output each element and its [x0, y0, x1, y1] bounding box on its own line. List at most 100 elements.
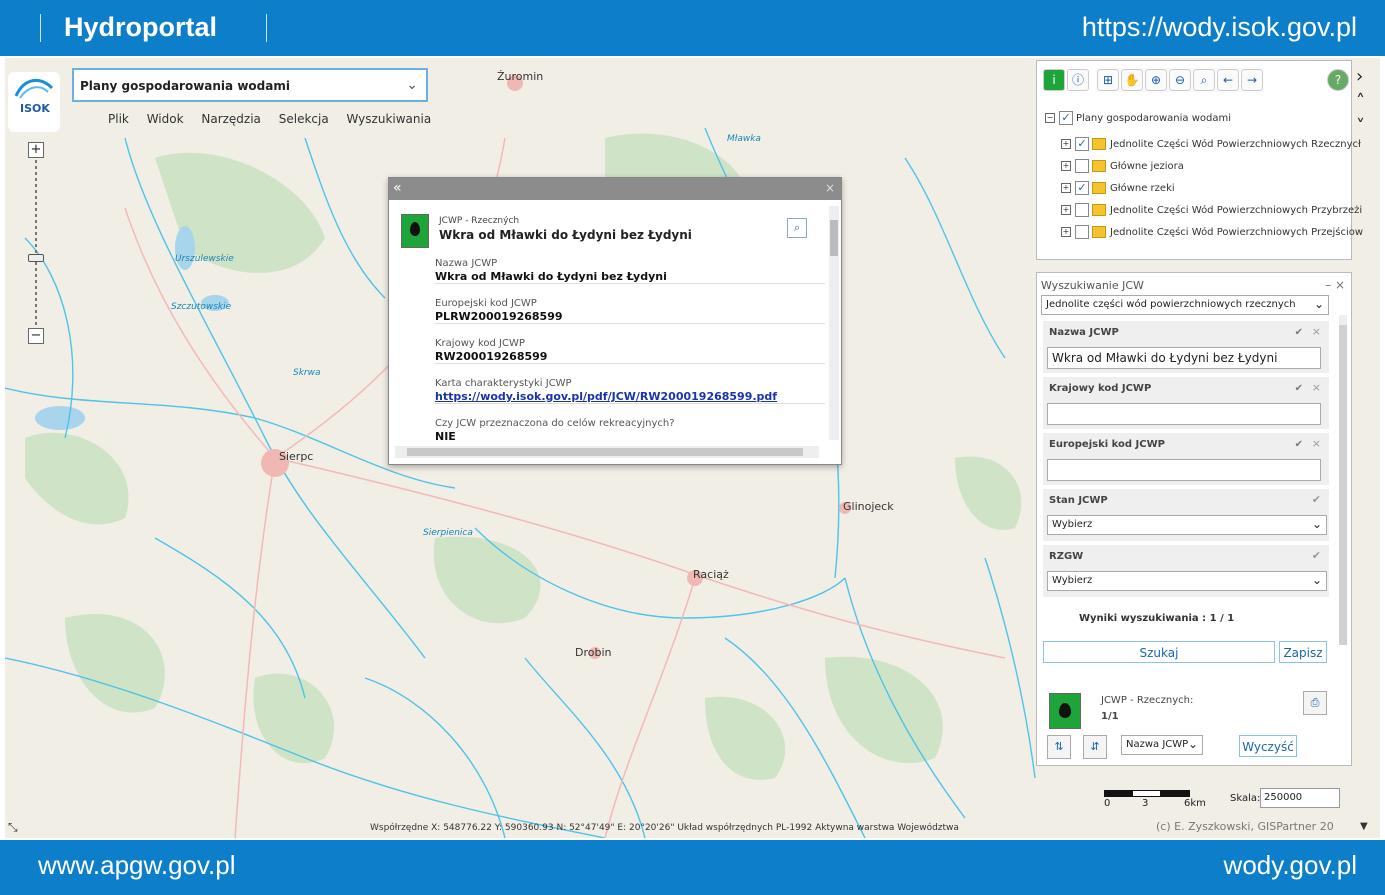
search-scrollbar[interactable] — [1339, 315, 1347, 645]
expand-icon[interactable]: + — [1061, 161, 1071, 171]
menu-item-view[interactable]: Widok — [147, 112, 184, 126]
zoom-in-button[interactable]: + — [28, 142, 44, 158]
field-recreational: Czy JCW przeznaczona do celów rekreacyjn… — [435, 418, 825, 443]
footer-link-apgw[interactable]: www.apgw.gov.pl — [38, 850, 236, 881]
theme-select[interactable]: Plany gospodarowania wodami ⌄ — [72, 68, 428, 102]
layer-group[interactable]: − ✓ Plany gospodarowania wodami — [1045, 111, 1231, 125]
popup-horizontal-scrollbar[interactable] — [395, 446, 819, 458]
search-group-eu-code: Europejski kod JCWP ✔ × — [1043, 433, 1329, 485]
full-extent-icon[interactable]: ⊞ — [1097, 69, 1119, 91]
chevron-down-icon: ⌄ — [1311, 573, 1322, 587]
identify-icon[interactable]: ⓘ — [1067, 69, 1089, 91]
footer-link-wody[interactable]: wody.gov.pl — [1224, 850, 1357, 881]
expand-icon[interactable]: + — [1061, 227, 1071, 237]
checkbox-icon[interactable] — [1075, 225, 1089, 239]
menu-item-selection[interactable]: Selekcja — [279, 112, 329, 126]
sort-asc-icon[interactable]: ⇅ — [1047, 735, 1071, 759]
field-label: Karta charakterystyki JCWP — [435, 378, 572, 389]
expand-icon[interactable]: + — [1061, 205, 1071, 215]
clear-button[interactable]: Wyczyść — [1239, 735, 1297, 757]
menu-item-file[interactable]: Plik — [108, 112, 129, 126]
chevron-right-icon[interactable]: › — [1356, 66, 1376, 87]
checkbox-icon[interactable]: ✓ — [1059, 111, 1073, 125]
scale-input[interactable]: 250000 — [1260, 788, 1340, 808]
sort-field-select[interactable]: Nazwa JCWP ⌄ — [1121, 735, 1203, 755]
name-input[interactable]: Wkra od Mławki do Łydyni bez Łydyni — [1047, 347, 1321, 369]
card-pdf-link[interactable]: https://wody.isok.gov.pl/pdf/JCW/RW20001… — [435, 390, 825, 403]
folder-icon — [1092, 182, 1106, 194]
menu-item-search[interactable]: Wyszukiwania — [347, 112, 432, 126]
scale-tick: 0 — [1104, 798, 1111, 809]
check-icon[interactable]: ✔ — [1295, 439, 1303, 450]
logo-text: ISOK — [20, 102, 50, 115]
checkbox-icon[interactable]: ✓ — [1075, 181, 1089, 195]
layer-item[interactable]: + Jednolite Części Wód Powierzchniowych P… — [1061, 203, 1362, 217]
close-icon[interactable]: × — [825, 181, 835, 195]
folder-icon — [1092, 160, 1106, 172]
chevron-down-icon[interactable]: ˅ — [1356, 116, 1376, 137]
layer-label: Jednolite Części Wód Powierzchniowych Pr… — [1110, 205, 1363, 216]
export-icon[interactable]: ⎙ — [1303, 691, 1327, 715]
eu-code-input[interactable] — [1047, 459, 1321, 481]
checkbox-icon[interactable]: ✓ — [1075, 137, 1089, 151]
check-icon[interactable]: ✔ — [1295, 327, 1303, 338]
map-label-river: Skrwa — [293, 368, 321, 378]
layer-item[interactable]: + Jednolite Części Wód Powierzchniowych P… — [1061, 225, 1363, 239]
chevron-down-icon: ⌄ — [1311, 517, 1322, 531]
check-icon[interactable]: ✔ — [1312, 493, 1321, 506]
theme-select-value: Plany gospodarowania wodami — [80, 79, 290, 93]
layer-label: Główne rzeki — [1110, 183, 1175, 194]
back-arrow-icon[interactable]: ← — [1217, 69, 1239, 91]
group-label: RZGW — [1049, 551, 1084, 562]
resize-icon[interactable]: ⤡ — [8, 820, 18, 835]
help-icon[interactable]: ? — [1327, 69, 1349, 91]
chevron-up-icon[interactable]: ˄ — [1356, 91, 1376, 112]
rzgw-select[interactable]: Wybierz ⌄ — [1047, 571, 1327, 591]
check-icon[interactable]: ✔ — [1312, 549, 1321, 562]
zoom-handle[interactable] — [28, 254, 44, 262]
sort-desc-icon[interactable]: ⇵ — [1083, 735, 1107, 759]
popup-vertical-scrollbar[interactable] — [829, 206, 839, 440]
pan-hand-icon[interactable]: ✋ — [1121, 69, 1143, 91]
info-icon[interactable]: i — [1043, 69, 1065, 91]
collapse-icon[interactable]: « — [393, 180, 402, 196]
menu-item-tools[interactable]: Narzędzia — [201, 112, 261, 126]
expand-icon[interactable]: + — [1061, 139, 1071, 149]
caret-down-icon[interactable]: ▼ — [1360, 821, 1368, 832]
national-code-input[interactable] — [1047, 403, 1321, 425]
zoom-track[interactable] — [35, 160, 37, 326]
zoom-to-feature-icon[interactable]: ⌕ — [787, 218, 807, 238]
close-icon[interactable]: × — [1335, 278, 1345, 292]
save-button[interactable]: Zapisz — [1279, 641, 1327, 663]
close-icon[interactable]: × — [1312, 381, 1321, 394]
zoom-out-icon[interactable]: ⊖ — [1169, 69, 1191, 91]
zoom-slider[interactable]: + − — [28, 142, 44, 347]
zoom-out-button[interactable]: − — [28, 328, 44, 344]
checkbox-icon[interactable] — [1075, 159, 1089, 173]
status-select[interactable]: Wybierz ⌄ — [1047, 515, 1327, 535]
minimize-icon[interactable]: – — [1325, 278, 1331, 292]
zoom-box-icon[interactable]: ⌕ — [1193, 69, 1215, 91]
zoom-in-icon[interactable]: ⊕ — [1145, 69, 1167, 91]
forward-arrow-icon[interactable]: → — [1241, 69, 1263, 91]
group-label: Europejski kod JCWP — [1049, 439, 1165, 450]
close-icon[interactable]: × — [1312, 325, 1321, 338]
field-label: Nazwa JCWP — [435, 258, 498, 269]
layer-item[interactable]: + Główne jeziora — [1061, 159, 1184, 173]
folder-icon — [1092, 138, 1106, 150]
popup-subtitle: JCWP - Rzeczných — [439, 216, 520, 226]
divider — [40, 14, 41, 42]
divider — [266, 14, 267, 42]
expand-icon[interactable]: + — [1061, 183, 1071, 193]
layer-item[interactable]: + ✓ Główne rzeki — [1061, 181, 1175, 195]
field-value: NIE — [435, 430, 456, 443]
water-type-select[interactable]: Jednolite części wód powierzchniowych rz… — [1041, 295, 1329, 315]
collapse-icon[interactable]: − — [1045, 113, 1055, 123]
checkbox-icon[interactable] — [1075, 203, 1089, 217]
layer-item[interactable]: + ✓ Jednolite Części Wód Powierzchniowych … — [1061, 137, 1361, 151]
main-menu: Plik Widok Narzędzia Selekcja Wyszukiwan… — [108, 112, 445, 126]
close-icon[interactable]: × — [1312, 437, 1321, 450]
logo-wave-icon — [14, 79, 54, 99]
check-icon[interactable]: ✔ — [1295, 383, 1303, 394]
search-button[interactable]: Szukaj — [1043, 641, 1275, 663]
